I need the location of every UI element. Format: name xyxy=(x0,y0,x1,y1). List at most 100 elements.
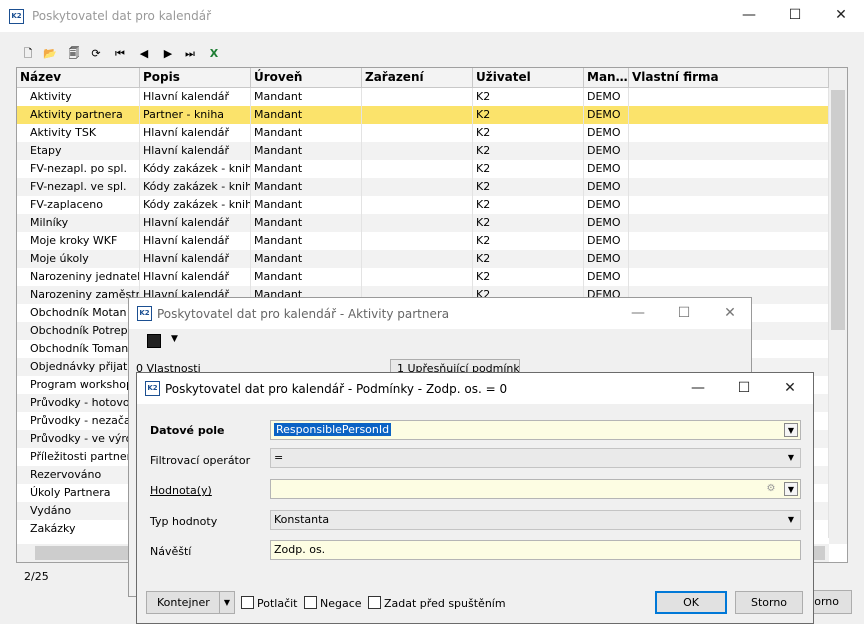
value-type-value: Konstanta xyxy=(274,513,330,526)
column-header[interactable]: Úroveň xyxy=(251,68,362,88)
container-button-label: Kontejner xyxy=(157,596,210,609)
last-icon[interactable]: ⏭ xyxy=(182,46,198,62)
value-type-select[interactable]: Konstanta ▼ xyxy=(270,510,801,530)
table-cell: DEMO xyxy=(584,214,629,232)
table-cell xyxy=(362,232,473,250)
values-label: Hodnota(y) xyxy=(150,484,212,497)
excel-icon[interactable]: X xyxy=(206,46,222,62)
enter-before-run-checkbox[interactable]: Zadat před spuštěním xyxy=(368,596,506,610)
table-row[interactable]: Narozeniny jednatelů pHlavní kalendářMan… xyxy=(17,268,829,286)
table-cell: Rezervováno xyxy=(17,466,140,484)
column-header[interactable]: Vlastní firma xyxy=(629,68,829,88)
table-cell: Moje kroky WKF xyxy=(17,232,140,250)
first-icon[interactable]: ⏮ xyxy=(112,46,128,62)
checkbox-box[interactable] xyxy=(304,596,317,609)
table-cell: Mandant xyxy=(251,214,362,232)
table-cell: Mandant xyxy=(251,250,362,268)
table-cell: Hlavní kalendář xyxy=(140,268,251,286)
table-cell xyxy=(629,178,829,196)
table-cell xyxy=(629,142,829,160)
column-header[interactable]: Název xyxy=(17,68,140,88)
column-header[interactable]: Uživatel xyxy=(473,68,584,88)
container-button[interactable]: Kontejner xyxy=(146,591,226,614)
data-field-select[interactable]: ResponsiblePersonId ▼ xyxy=(270,420,801,440)
main-titlebar[interactable]: K2 Poskytovatel dat pro kalendář — ☐ ✕ xyxy=(0,0,864,32)
maximize-button[interactable]: ☐ xyxy=(772,0,818,31)
close-button[interactable]: ✕ xyxy=(767,373,813,404)
table-row[interactable]: Milníky Hlavní kalendář Mandant K2 DEMO xyxy=(17,214,829,232)
table-cell xyxy=(629,268,829,286)
chevron-down-icon[interactable]: ▼ xyxy=(784,451,798,465)
table-cell: Hlavní kalendář xyxy=(140,250,251,268)
copy-icon[interactable]: 🗐 xyxy=(66,46,82,62)
suppress-checkbox[interactable]: Potlačit xyxy=(241,596,298,610)
negate-checkbox[interactable]: Negace xyxy=(304,596,362,610)
table-row[interactable]: Aktivity partnera Partner - kniha Mandant K… xyxy=(17,106,829,124)
next-icon[interactable]: ▶ xyxy=(160,46,176,62)
table-cell: DEMO xyxy=(584,250,629,268)
table-row[interactable]: Etapy Hlavní kalendář Mandant K2 DEMO xyxy=(17,142,829,160)
vertical-scrollbar[interactable] xyxy=(829,68,847,544)
storno-button[interactable]: Storno xyxy=(735,591,803,614)
table-cell: Příležitosti partnera xyxy=(17,448,140,466)
record-counter: 2/25 xyxy=(24,570,49,583)
chevron-down-icon[interactable]: ▼ xyxy=(784,513,798,527)
dialog-titlebar[interactable]: K2 Poskytovatel dat pro kalendář - Podmí… xyxy=(137,373,813,404)
column-header[interactable]: Popis xyxy=(140,68,251,88)
table-cell: Vydáno xyxy=(17,502,140,520)
close-button[interactable]: ✕ xyxy=(818,0,864,31)
close-button[interactable]: ✕ xyxy=(707,298,753,329)
values-input[interactable]: ⚙ ▼ xyxy=(270,479,801,499)
chevron-down-icon[interactable]: ▼ xyxy=(784,482,798,496)
table-row[interactable]: FV-nezapl. po spl. Kódy zakázek - kniha Ma… xyxy=(17,160,829,178)
data-field-label: Datové pole xyxy=(150,424,225,437)
table-row[interactable]: Moje kroky WKF Hlavní kalendář Mandant K2 DE… xyxy=(17,232,829,250)
minimize-button[interactable]: — xyxy=(675,373,721,404)
minimize-button[interactable]: — xyxy=(726,0,772,31)
prev-icon[interactable]: ◀ xyxy=(136,46,152,62)
table-cell xyxy=(629,88,829,106)
refresh-icon[interactable]: ⟳ xyxy=(88,46,104,62)
save-icon[interactable] xyxy=(147,334,161,348)
table-cell: Kódy zakázek - kniha xyxy=(140,196,251,214)
table-cell: Objednávky přijaté xyxy=(17,358,140,376)
filter-operator-label: Filtrovací operátor xyxy=(150,454,251,467)
container-dropdown-button[interactable]: ▼ xyxy=(219,591,235,614)
data-field-value: ResponsiblePersonId xyxy=(274,423,392,436)
mid-titlebar[interactable]: K2 Poskytovatel dat pro kalendář - Aktiv… xyxy=(129,298,751,329)
column-header[interactable]: Zařazení xyxy=(362,68,473,88)
table-row[interactable]: FV-nezapl. ve spl. Kódy zakázek - kniha Ma… xyxy=(17,178,829,196)
table-cell: K2 xyxy=(473,142,584,160)
column-header[interactable]: Man… xyxy=(584,68,629,88)
maximize-button[interactable]: ☐ xyxy=(721,373,767,404)
table-cell: Etapy xyxy=(17,142,140,160)
table-cell: Milníky xyxy=(17,214,140,232)
table-row[interactable]: FV-zaplaceno Kódy zakázek - kniha Mandant K… xyxy=(17,196,829,214)
chevron-down-icon[interactable]: ▼ xyxy=(784,423,798,437)
checkbox-box[interactable] xyxy=(368,596,381,609)
table-cell: K2 xyxy=(473,214,584,232)
table-cell: Mandant xyxy=(251,196,362,214)
maximize-button[interactable]: ☐ xyxy=(661,298,707,329)
table-cell: Narozeniny jednatelů p xyxy=(17,268,140,286)
minimize-button[interactable]: — xyxy=(615,298,661,329)
chevron-down-icon[interactable]: ▼ xyxy=(171,334,178,344)
table-cell: Mandant xyxy=(251,268,362,286)
k2-logo-icon: K2 xyxy=(9,9,24,24)
open-icon[interactable]: 📂 xyxy=(42,46,58,62)
checkbox-box[interactable] xyxy=(241,596,254,609)
filter-operator-select[interactable]: = ▼ xyxy=(270,448,801,468)
table-cell: DEMO xyxy=(584,196,629,214)
ok-button[interactable]: OK xyxy=(655,591,727,614)
table-row[interactable]: Moje úkoly Hlavní kalendář Mandant K2 DEMO xyxy=(17,250,829,268)
table-row[interactable]: Aktivity TSK Hlavní kalendář Mandant K2 DEMO xyxy=(17,124,829,142)
table-cell: Mandant xyxy=(251,124,362,142)
new-icon[interactable]: 🗋 xyxy=(20,46,36,62)
vertical-scroll-thumb[interactable] xyxy=(831,90,845,330)
table-cell xyxy=(362,196,473,214)
table-row[interactable]: Aktivity Hlavní kalendář Mandant K2 DEMO xyxy=(17,88,829,106)
caption-input[interactable]: Zodp. os. xyxy=(270,540,801,560)
picker-icon[interactable]: ⚙ xyxy=(764,482,778,496)
table-cell: DEMO xyxy=(584,106,629,124)
table-cell: K2 xyxy=(473,196,584,214)
